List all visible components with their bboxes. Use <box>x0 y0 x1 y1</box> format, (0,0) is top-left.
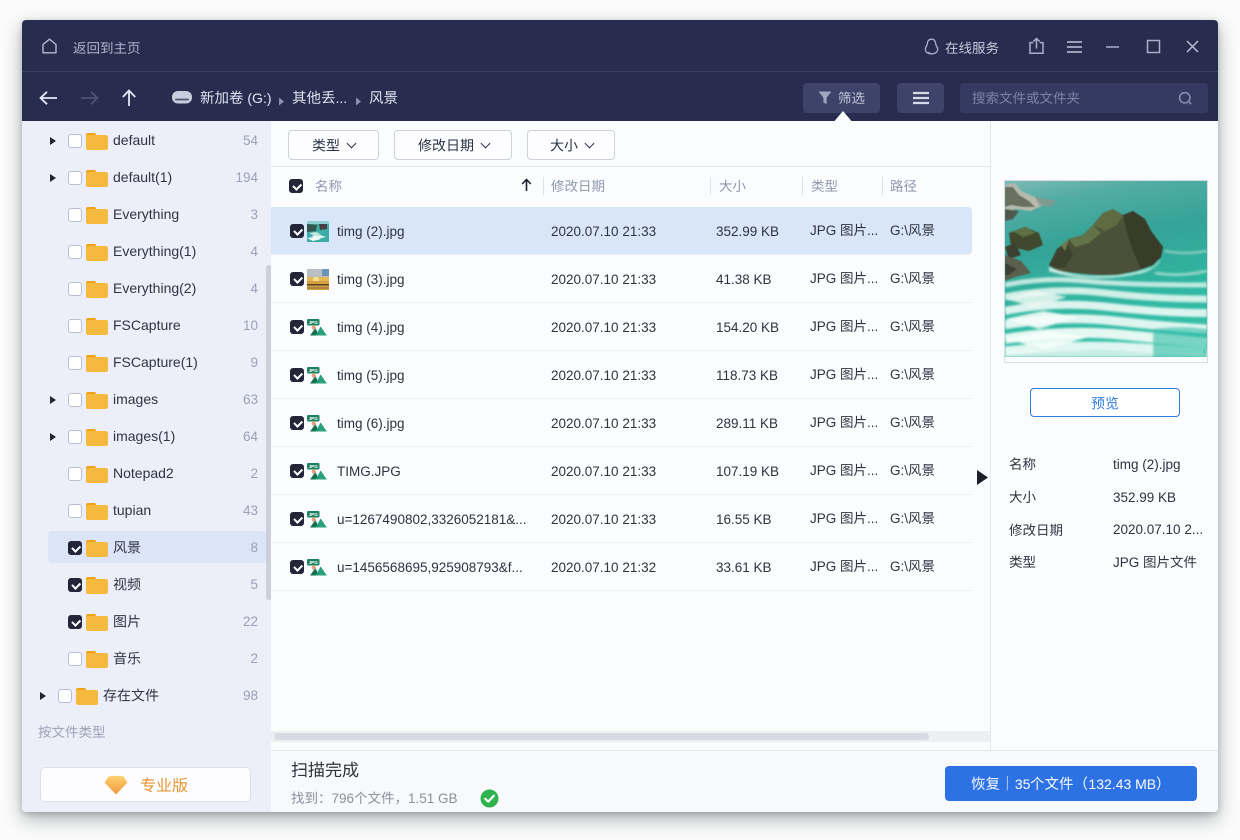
svg-text:JPG: JPG <box>309 368 319 373</box>
svg-text:JPG: JPG <box>309 512 319 517</box>
svg-text:JPG: JPG <box>309 560 319 565</box>
svg-text:JPG: JPG <box>309 320 319 325</box>
svg-text:JPG: JPG <box>309 416 319 421</box>
svg-text:JPG: JPG <box>309 464 319 469</box>
